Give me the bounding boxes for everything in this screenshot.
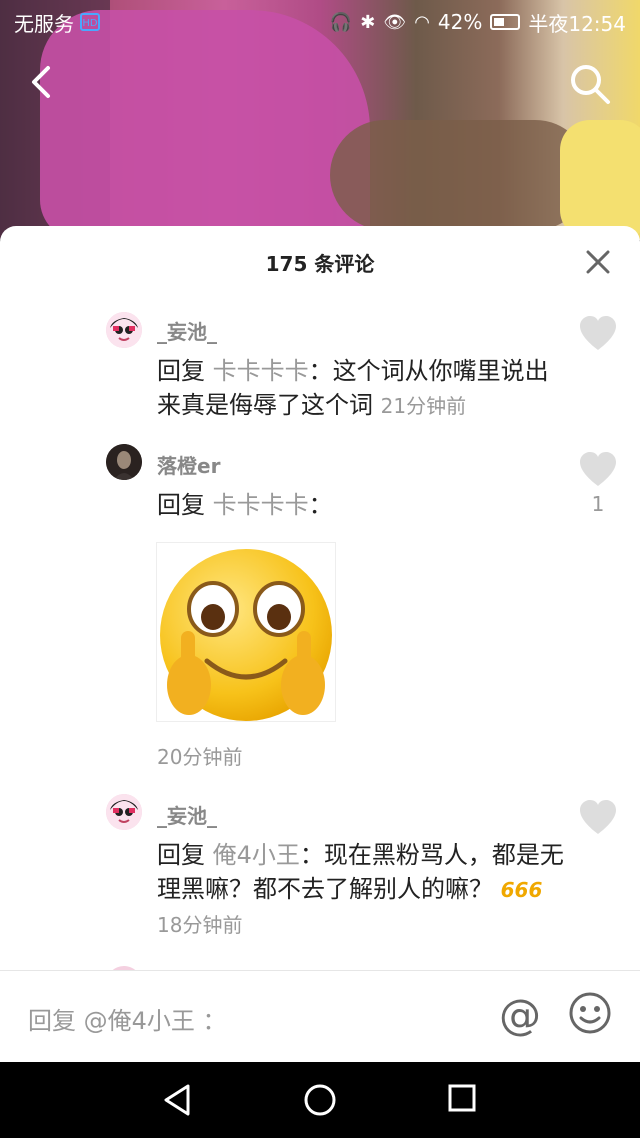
comment-time: 18分钟前 [157,913,243,937]
comment-text: 回复 卡卡卡卡：这个词从你嘴里说出来真是侮辱了这个词 21分钟前 [157,354,567,423]
mention-button[interactable]: @ [496,990,544,1039]
comment-time-row: 20分钟前 [157,740,567,774]
smiley-icon [569,992,611,1034]
cartoon-avatar-icon [106,312,142,348]
comment-time: 21分钟前 [380,394,467,418]
comment-item: 落橙er 回复 卡卡卡卡： 20分钟前 1 [0,440,640,780]
reply-input[interactable]: 回复 @俺4小王 ： [28,1001,227,1036]
like-button[interactable] [578,800,618,836]
svg-text:@: @ [499,991,541,1039]
reply-target-name[interactable]: 卡卡卡卡 [213,357,309,385]
heart-icon [580,800,616,834]
comment-username[interactable]: _妄池_ [157,800,217,829]
avatar[interactable] [106,444,142,480]
close-button[interactable] [584,248,612,276]
reply-colon: ： [308,357,333,385]
comment-item: _妄池_ 回复 俺4小王：现在黑粉骂人，都是无理黑嘛？都不去了解别人的嘛？ 66… [0,790,640,950]
comment-username[interactable]: _妄池_ [157,316,217,345]
photo-avatar-icon [106,444,142,480]
close-icon [586,250,610,274]
comments-sheet: 175 条评论 _妄池_ 回复 卡卡卡卡：这个词从你嘴里说出来真是侮辱了这个词 [0,226,640,1062]
reply-colon: ： [299,841,324,869]
like-button[interactable] [578,316,618,352]
comment-text: 回复 卡卡卡卡： [157,488,567,522]
like-button[interactable] [578,452,618,488]
system-nav-bar [0,1062,640,1138]
reply-prefix: 回复 [157,841,205,869]
comment-text: 回复 俺4小王：现在黑粉骂人，都是无理黑嘛？都不去了解别人的嘛？ 666 18分… [157,838,567,942]
smiley-middle-finger-sticker [160,549,332,721]
comment-username[interactable]: 落橙er [157,450,220,479]
at-sign-icon: @ [499,990,541,1039]
reply-prefix: 回复 [157,357,205,385]
emoji-666: 666 [500,878,543,902]
chevron-left-icon [32,66,50,98]
search-button[interactable] [568,62,612,106]
triangle-back-icon [164,1084,190,1116]
carrier-label: 无服务 [14,11,74,36]
reply-colon: ： [308,491,333,519]
square-recents-icon [448,1084,476,1112]
eye-icon: 👁 [383,11,407,33]
bluetooth-icon: ✱ [360,11,376,33]
battery-percent: 42% [437,10,483,34]
clock: 半夜12:54 [528,11,626,36]
reply-target-name[interactable]: 卡卡卡卡 [213,491,309,519]
back-button[interactable] [26,62,60,102]
comment-list[interactable]: _妄池_ 回复 卡卡卡卡：这个词从你嘴里说出来真是侮辱了这个词 21分钟前 落橙… [0,306,640,970]
avatar[interactable] [106,794,142,830]
search-icon [571,65,610,104]
status-bar: 无服务 HD 🎧 ✱ 👁 ◠ 42% 半夜12:54 [0,0,640,44]
comment-count-title: 175 条评论 [265,252,375,276]
cartoon-avatar-icon [106,794,142,830]
nav-home-button[interactable] [302,1082,338,1118]
reply-prefix: 回复 [157,491,205,519]
like-count: 1 [591,492,605,516]
circle-home-icon [304,1084,336,1116]
heart-icon [580,452,616,486]
headphones-icon: 🎧 [329,11,353,33]
battery-icon [490,14,521,30]
comment-item: _妄池_ 回复 卡卡卡卡：这个词从你嘴里说出来真是侮辱了这个词 21分钟前 [0,306,640,426]
comment-sticker[interactable] [156,542,336,722]
hd-icon: HD [80,13,100,31]
emoji-button[interactable] [568,991,612,1035]
heart-icon [580,316,616,350]
nav-back-button[interactable] [160,1082,196,1118]
comment-time: 20分钟前 [157,745,243,769]
reply-target-name[interactable]: 俺4小王 [213,841,300,869]
wifi-icon: ◠ [414,11,430,33]
avatar[interactable] [106,312,142,348]
nav-recents-button[interactable] [446,1082,478,1114]
reply-bar: 回复 @俺4小王 ： @ [0,971,640,1062]
